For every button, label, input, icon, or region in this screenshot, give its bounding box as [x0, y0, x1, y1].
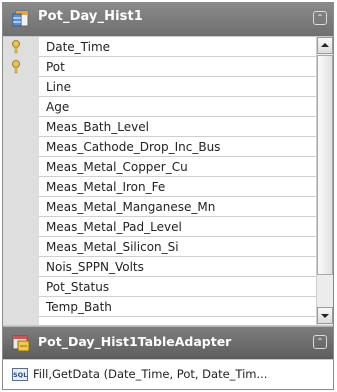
scroll-down-button[interactable] — [317, 307, 333, 324]
adapter-header[interactable]: Pot_Day_Hist1TableAdapter ⌃ — [3, 326, 333, 359]
column-row[interactable]: Nois_SPPN_Volts — [39, 257, 316, 277]
primary-key-icon — [12, 60, 20, 74]
column-row[interactable]: Line — [39, 77, 316, 97]
chevron-up-icon: ⌃ — [316, 13, 324, 22]
arrow-up-icon — [321, 43, 329, 47]
datatable-icon — [12, 10, 29, 27]
query-text: Fill,GetData (Date_Time, Pot, Date_Tim..… — [33, 367, 268, 381]
adapter-title: Pot_Day_Hist1TableAdapter — [38, 334, 232, 349]
table-title: Pot_Day_Hist1 — [38, 9, 143, 24]
arrow-down-icon — [321, 314, 329, 318]
column-row[interactable]: Meas_Bath_Level — [39, 117, 316, 137]
column-row[interactable]: Meas_Cathode_Drop_Inc_Bus — [39, 137, 316, 157]
column-row[interactable]: Meas_Metal_Iron_Fe — [39, 177, 316, 197]
column-row[interactable]: Meas_Metal_Silicon_Si — [39, 237, 316, 257]
sql-query-icon: SQL — [12, 368, 28, 381]
column-row[interactable]: Temp_Bath — [39, 297, 316, 317]
scroll-up-button[interactable] — [317, 37, 333, 54]
column-row[interactable]: Meas_Metal_Pad_Level — [39, 217, 316, 237]
column-list: Date_Time Pot Line Age Meas_Bath_Level Meas_C… — [3, 37, 333, 325]
query-row[interactable]: SQL Fill,GetData (Date_Time, Pot, Date_T… — [3, 360, 333, 389]
column-row[interactable]: Meas_Metal_Manganese_Mn — [39, 197, 316, 217]
table-header[interactable]: Pot_Day_Hist1 ⌃ — [3, 3, 333, 36]
table-adapter-icon — [12, 335, 30, 352]
column-row[interactable]: Pot — [39, 57, 316, 77]
column-row[interactable]: Meas_Metal_Copper_Cu — [39, 157, 316, 177]
collapse-table-button[interactable]: ⌃ — [313, 11, 327, 25]
primary-key-icon — [12, 40, 20, 54]
collapse-adapter-button[interactable]: ⌃ — [313, 335, 327, 349]
column-row[interactable]: Pot_Status — [39, 277, 316, 297]
key-gutter — [3, 37, 39, 325]
scroll-thumb[interactable] — [317, 55, 333, 275]
table-designer: Pot_Day_Hist1 ⌃ Date_Time Pot Line Age Meas_… — [2, 2, 334, 390]
chevron-up-icon: ⌃ — [316, 337, 324, 346]
column-row[interactable]: Age — [39, 97, 316, 117]
vertical-scrollbar[interactable] — [316, 37, 333, 325]
column-row[interactable]: Date_Time — [39, 37, 316, 57]
